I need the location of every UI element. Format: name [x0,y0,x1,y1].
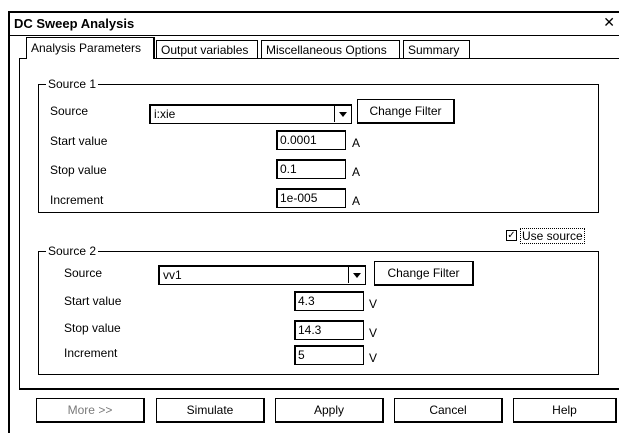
title-bar[interactable]: DC Sweep Analysis ✕ [10,13,619,36]
tab-analysis-parameters[interactable]: Analysis Parameters [26,37,155,59]
source2-stop-unit: V [369,326,378,340]
source2-legend: Source 2 [46,244,99,258]
help-button[interactable]: Help [513,398,617,423]
source2-source-label: Source [64,266,103,280]
source1-start-label: Start value [50,134,108,148]
source2-stop-input[interactable]: 14.3 [294,320,364,340]
more-button[interactable]: More >> [36,398,145,423]
source2-increment-input[interactable]: 5 [294,345,364,365]
close-icon[interactable]: ✕ [603,14,615,31]
source2-source-select[interactable]: vv1 [158,265,366,285]
source1-source-label: Source [50,104,89,118]
source1-start-input[interactable]: 0.0001 [276,130,346,150]
source1-increment-input[interactable]: 1e-005 [276,188,346,208]
source1-stop-unit: A [352,165,361,179]
source1-source-select[interactable]: i:xie [149,104,352,124]
source1-change-filter-button[interactable]: Change Filter [357,99,455,124]
cancel-button[interactable]: Cancel [394,398,503,423]
source1-legend: Source 1 [46,77,99,91]
use-source-checkbox[interactable]: ✓ [506,230,517,241]
source1-increment-unit: A [352,194,361,208]
window-title: DC Sweep Analysis [14,16,135,31]
chevron-down-icon[interactable] [348,267,365,283]
source2-start-label: Start value [64,294,122,308]
simulate-button[interactable]: Simulate [156,398,265,423]
panel-bottom-divider [19,389,619,390]
use-source-label[interactable]: Use source [520,228,585,244]
source2-change-filter-button[interactable]: Change Filter [374,261,474,286]
source1-stop-input[interactable]: 0.1 [276,159,346,179]
tab-summary[interactable]: Summary [403,40,470,58]
tab-miscellaneous-options[interactable]: Miscellaneous Options [261,40,400,58]
source2-increment-unit: V [369,351,378,365]
source1-source-value: i:xie [154,107,176,121]
tab-output-variables[interactable]: Output variables [156,40,258,58]
apply-button[interactable]: Apply [275,398,384,423]
source2-stop-label: Stop value [64,321,121,335]
source1-stop-label: Stop value [50,163,107,177]
source2-source-value: vv1 [163,268,182,282]
source2-increment-label: Increment [64,346,118,360]
source1-start-unit: A [352,136,361,150]
chevron-down-icon[interactable] [334,106,351,122]
source1-increment-label: Increment [50,193,104,207]
source2-start-input[interactable]: 4.3 [294,291,364,311]
source2-start-unit: V [369,297,378,311]
